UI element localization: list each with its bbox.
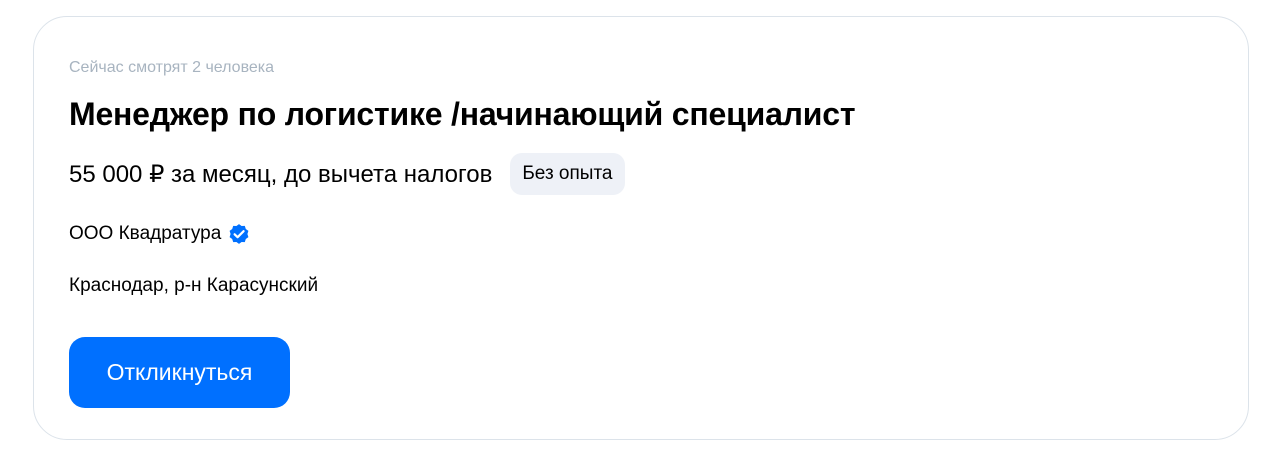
company-row: ООО Квадратура bbox=[69, 220, 251, 248]
vacancy-card: Сейчас смотрят 2 человека Менеджер по ло… bbox=[33, 16, 1249, 440]
verified-badge-icon bbox=[227, 222, 251, 246]
viewers-count: Сейчас смотрят 2 человека bbox=[69, 59, 275, 76]
experience-badge: Без опыта bbox=[510, 153, 625, 195]
vacancy-title[interactable]: Менеджер по логистике /начинающий специа… bbox=[69, 96, 856, 133]
salary-text: 55 000 ₽ за месяц, до вычета налогов bbox=[69, 160, 493, 188]
apply-button[interactable]: Откликнуться bbox=[69, 337, 290, 408]
location-text: Краснодар, р-н Карасунский bbox=[69, 275, 319, 296]
salary-row: 55 000 ₽ за месяц, до вычета налогов Без… bbox=[69, 153, 625, 195]
company-name[interactable]: ООО Квадратура bbox=[69, 223, 221, 245]
